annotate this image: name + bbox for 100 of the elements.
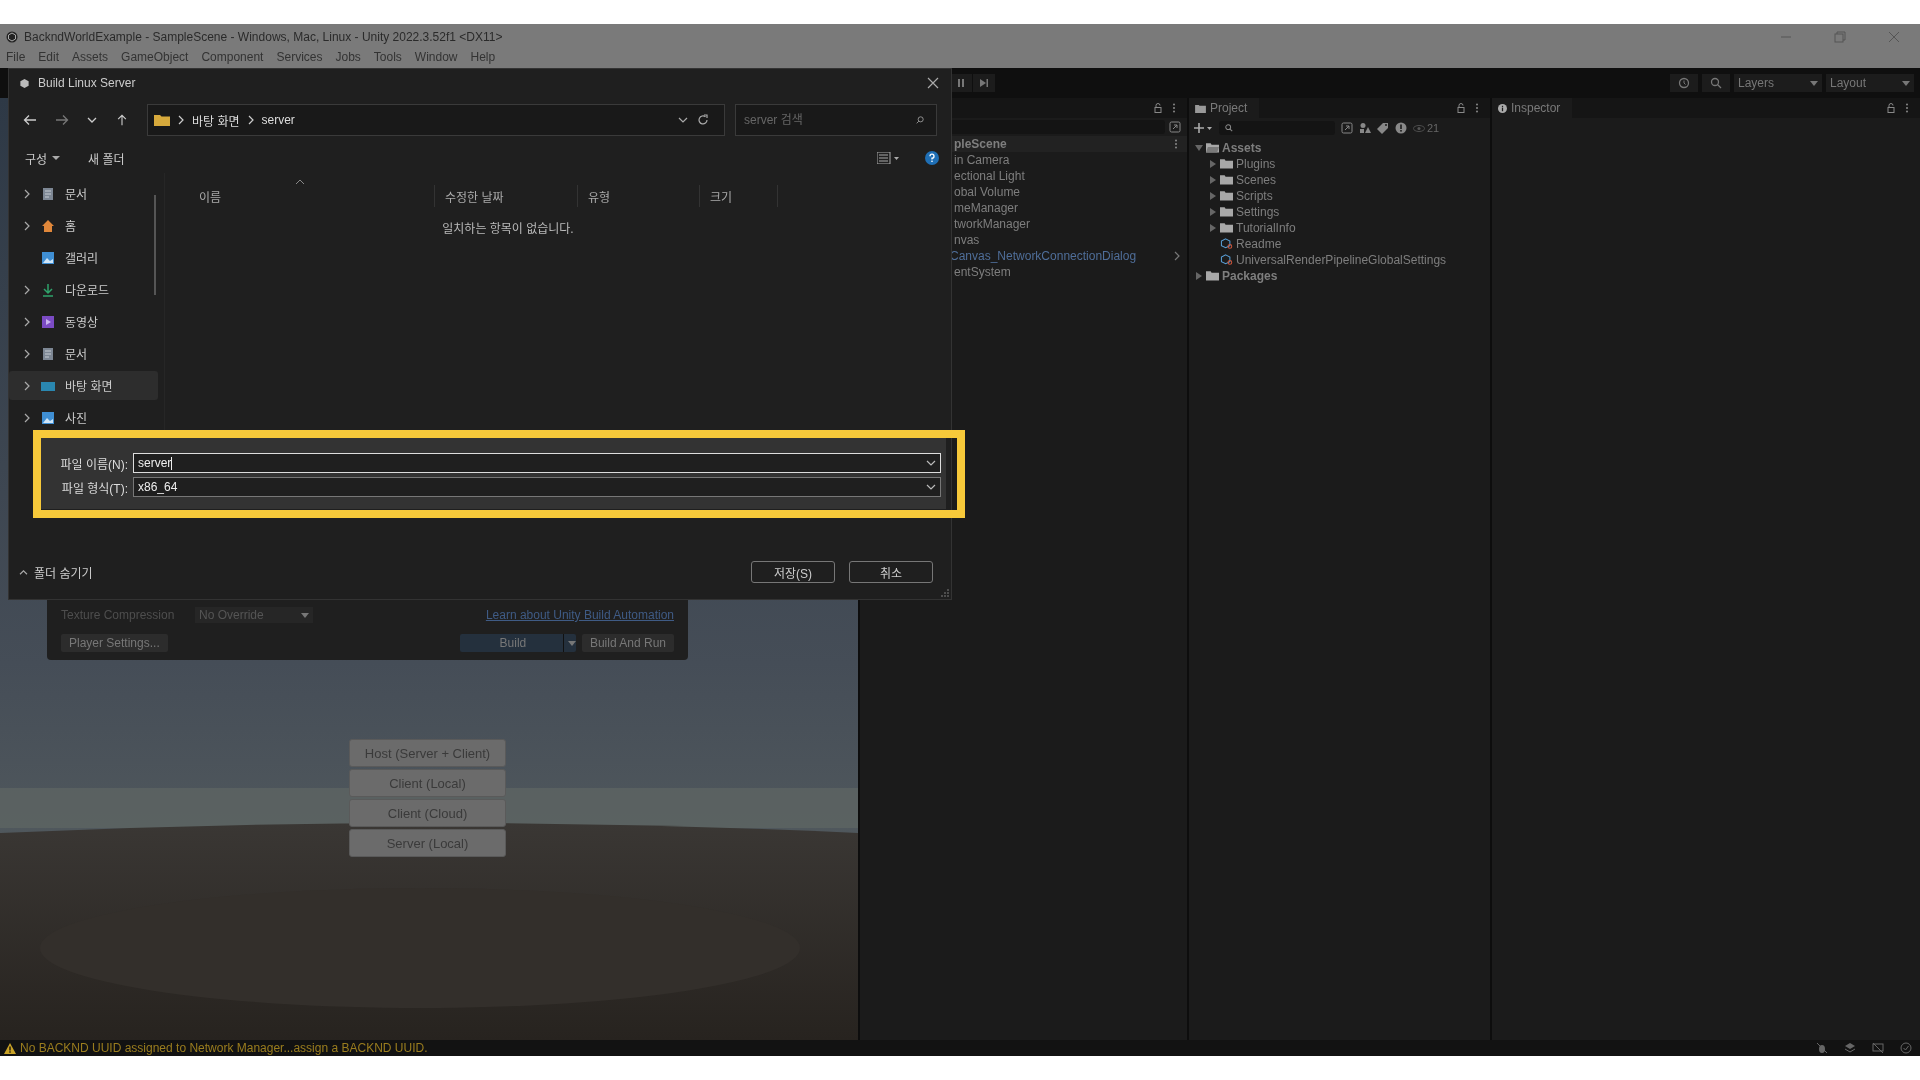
chevron-down-icon[interactable] — [87, 116, 97, 124]
layers-icon[interactable] — [1844, 1042, 1856, 1054]
search-button[interactable] — [1702, 74, 1730, 92]
save-button[interactable]: 저장(S) — [751, 561, 835, 583]
chevron-down-icon[interactable] — [678, 116, 688, 124]
chevron-right-icon[interactable] — [23, 188, 31, 199]
nav-item[interactable]: 문서 — [9, 339, 158, 368]
step-button[interactable] — [973, 74, 995, 92]
add-icon[interactable] — [1193, 122, 1213, 134]
tag-icon[interactable] — [1377, 122, 1389, 134]
chevron-right-icon[interactable] — [23, 380, 31, 391]
project-item[interactable]: Scripts — [1236, 188, 1273, 203]
nav-item[interactable]: 홈 — [9, 211, 158, 240]
menu-item[interactable]: Component — [201, 50, 264, 64]
hierarchy-item[interactable]: meManager — [954, 201, 1019, 215]
hierarchy-item[interactable]: Canvas_NetworkConnectionDialog — [950, 249, 1137, 263]
lock-icon[interactable] — [1456, 103, 1466, 113]
menu-item[interactable]: Tools — [373, 50, 402, 64]
collapsed-arrow-icon[interactable] — [1195, 271, 1203, 280]
hierarchy-item[interactable]: pleScene — [954, 137, 1007, 151]
project-item[interactable]: Scenes — [1236, 172, 1277, 187]
file-name-field[interactable]: server — [133, 453, 941, 473]
crossed-bug-icon[interactable] — [1816, 1042, 1828, 1054]
hierarchy-item[interactable]: entSystem — [954, 265, 1011, 279]
view-options-icon[interactable] — [877, 152, 901, 164]
warning-circle-icon[interactable] — [1395, 122, 1407, 134]
up-icon[interactable] — [115, 114, 129, 126]
history-button[interactable] — [1670, 74, 1698, 92]
chevron-right-icon[interactable] — [23, 412, 31, 423]
shapes-icon[interactable] — [1359, 122, 1371, 134]
cancel-button[interactable]: 취소 — [849, 561, 933, 583]
file-type-dropdown[interactable]: x86_64 — [133, 477, 941, 497]
layout-dropdown[interactable]: Layout — [1826, 74, 1914, 92]
collapsed-arrow-icon[interactable] — [1209, 207, 1217, 216]
project-tab[interactable]: Project — [1189, 98, 1260, 118]
collapsed-arrow-icon[interactable] — [1209, 223, 1217, 232]
address-bar[interactable]: 바탕 화면 server — [147, 104, 725, 136]
pause-button[interactable] — [950, 74, 972, 92]
menu-item[interactable]: Help — [470, 50, 496, 64]
project-item[interactable]: Assets — [1222, 140, 1262, 155]
project-item[interactable]: Plugins — [1236, 156, 1276, 171]
menu-item[interactable]: Services — [276, 50, 323, 64]
hierarchy-item[interactable]: ectional Light — [954, 169, 1025, 183]
nav-item[interactable]: 갤러리 — [9, 243, 158, 272]
menu-item[interactable]: Edit — [38, 50, 60, 64]
close-icon[interactable] — [927, 77, 939, 89]
lock-icon[interactable] — [1153, 103, 1163, 113]
build-button[interactable]: Build — [459, 634, 576, 652]
project-item[interactable]: Settings — [1236, 204, 1280, 219]
nav-item[interactable]: 동영상 — [9, 307, 158, 336]
column-header[interactable]: 이름 — [165, 185, 435, 207]
path-segment[interactable]: server — [261, 113, 295, 127]
check-circle-icon[interactable] — [1900, 1042, 1912, 1054]
help-icon[interactable] — [925, 151, 939, 165]
collapsed-arrow-icon[interactable] — [1209, 191, 1217, 200]
chevron-right-icon[interactable] — [23, 348, 31, 359]
nav-item[interactable]: 다운로드 — [9, 275, 158, 304]
menu-item[interactable]: File — [6, 50, 26, 64]
column-header[interactable]: 크기 — [700, 185, 778, 207]
crossed-network-icon[interactable] — [1872, 1042, 1884, 1054]
chevron-right-icon[interactable] — [23, 316, 31, 327]
nav-item[interactable]: 바탕 화면 — [9, 371, 158, 400]
hierarchy-item[interactable]: obal Volume — [954, 185, 1021, 199]
hide-folders-toggle[interactable]: 폴더 숨기기 — [19, 563, 93, 581]
layers-dropdown[interactable]: Layers — [1734, 74, 1822, 92]
project-item[interactable]: TutorialInfo — [1236, 220, 1296, 235]
chevron-right-icon[interactable] — [1173, 251, 1181, 261]
hierarchy-item[interactable]: nvas — [954, 233, 980, 247]
menu-item[interactable]: Assets — [72, 50, 109, 64]
nav-item[interactable]: 문서 — [9, 179, 158, 208]
chevron-down-icon[interactable] — [926, 459, 936, 467]
menu-item[interactable]: Jobs — [335, 50, 361, 64]
project-item[interactable]: Readme — [1236, 236, 1282, 251]
hierarchy-item[interactable]: in Camera — [954, 153, 1010, 167]
expanded-arrow-icon[interactable] — [1195, 143, 1203, 152]
build-automation-link[interactable]: Learn about Unity Build Automation — [485, 608, 674, 622]
hidden-count[interactable]: 21 — [1413, 122, 1440, 134]
nav-item[interactable]: 사진 — [9, 403, 158, 431]
build-and-run-button[interactable]: Build And Run — [581, 634, 674, 652]
collapsed-arrow-icon[interactable] — [1209, 175, 1217, 184]
player-settings-button[interactable]: Player Settings... — [61, 634, 168, 652]
lock-icon[interactable] — [1886, 103, 1896, 113]
new-folder-button[interactable]: 새 폴더 — [88, 149, 125, 167]
menu-item[interactable]: Window — [414, 50, 458, 64]
status-message[interactable]: No BACKND UUID assigned to Network Manager...assign a BACKND UUID. — [20, 1041, 428, 1055]
column-header[interactable]: 유형 — [578, 185, 700, 207]
organize-menu[interactable]: 구성 — [25, 149, 61, 167]
project-item[interactable]: UniversalRenderPipelineGlobalSettings — [1236, 252, 1447, 267]
search-field[interactable]: server 검색 — [735, 104, 937, 136]
inspector-tab[interactable]: Inspector — [1492, 98, 1573, 118]
hierarchy-item[interactable]: tworkManager — [954, 217, 1031, 231]
collapsed-arrow-icon[interactable] — [1209, 159, 1217, 168]
column-header[interactable]: 수정한 날짜 — [435, 185, 578, 207]
forward-icon[interactable] — [55, 114, 69, 126]
chevron-down-icon[interactable] — [926, 483, 936, 491]
back-icon[interactable] — [23, 114, 37, 126]
chevron-right-icon[interactable] — [23, 284, 31, 295]
refresh-icon[interactable] — [696, 114, 710, 126]
project-search-field[interactable] — [1219, 121, 1335, 135]
project-item[interactable]: Packages — [1222, 268, 1278, 283]
